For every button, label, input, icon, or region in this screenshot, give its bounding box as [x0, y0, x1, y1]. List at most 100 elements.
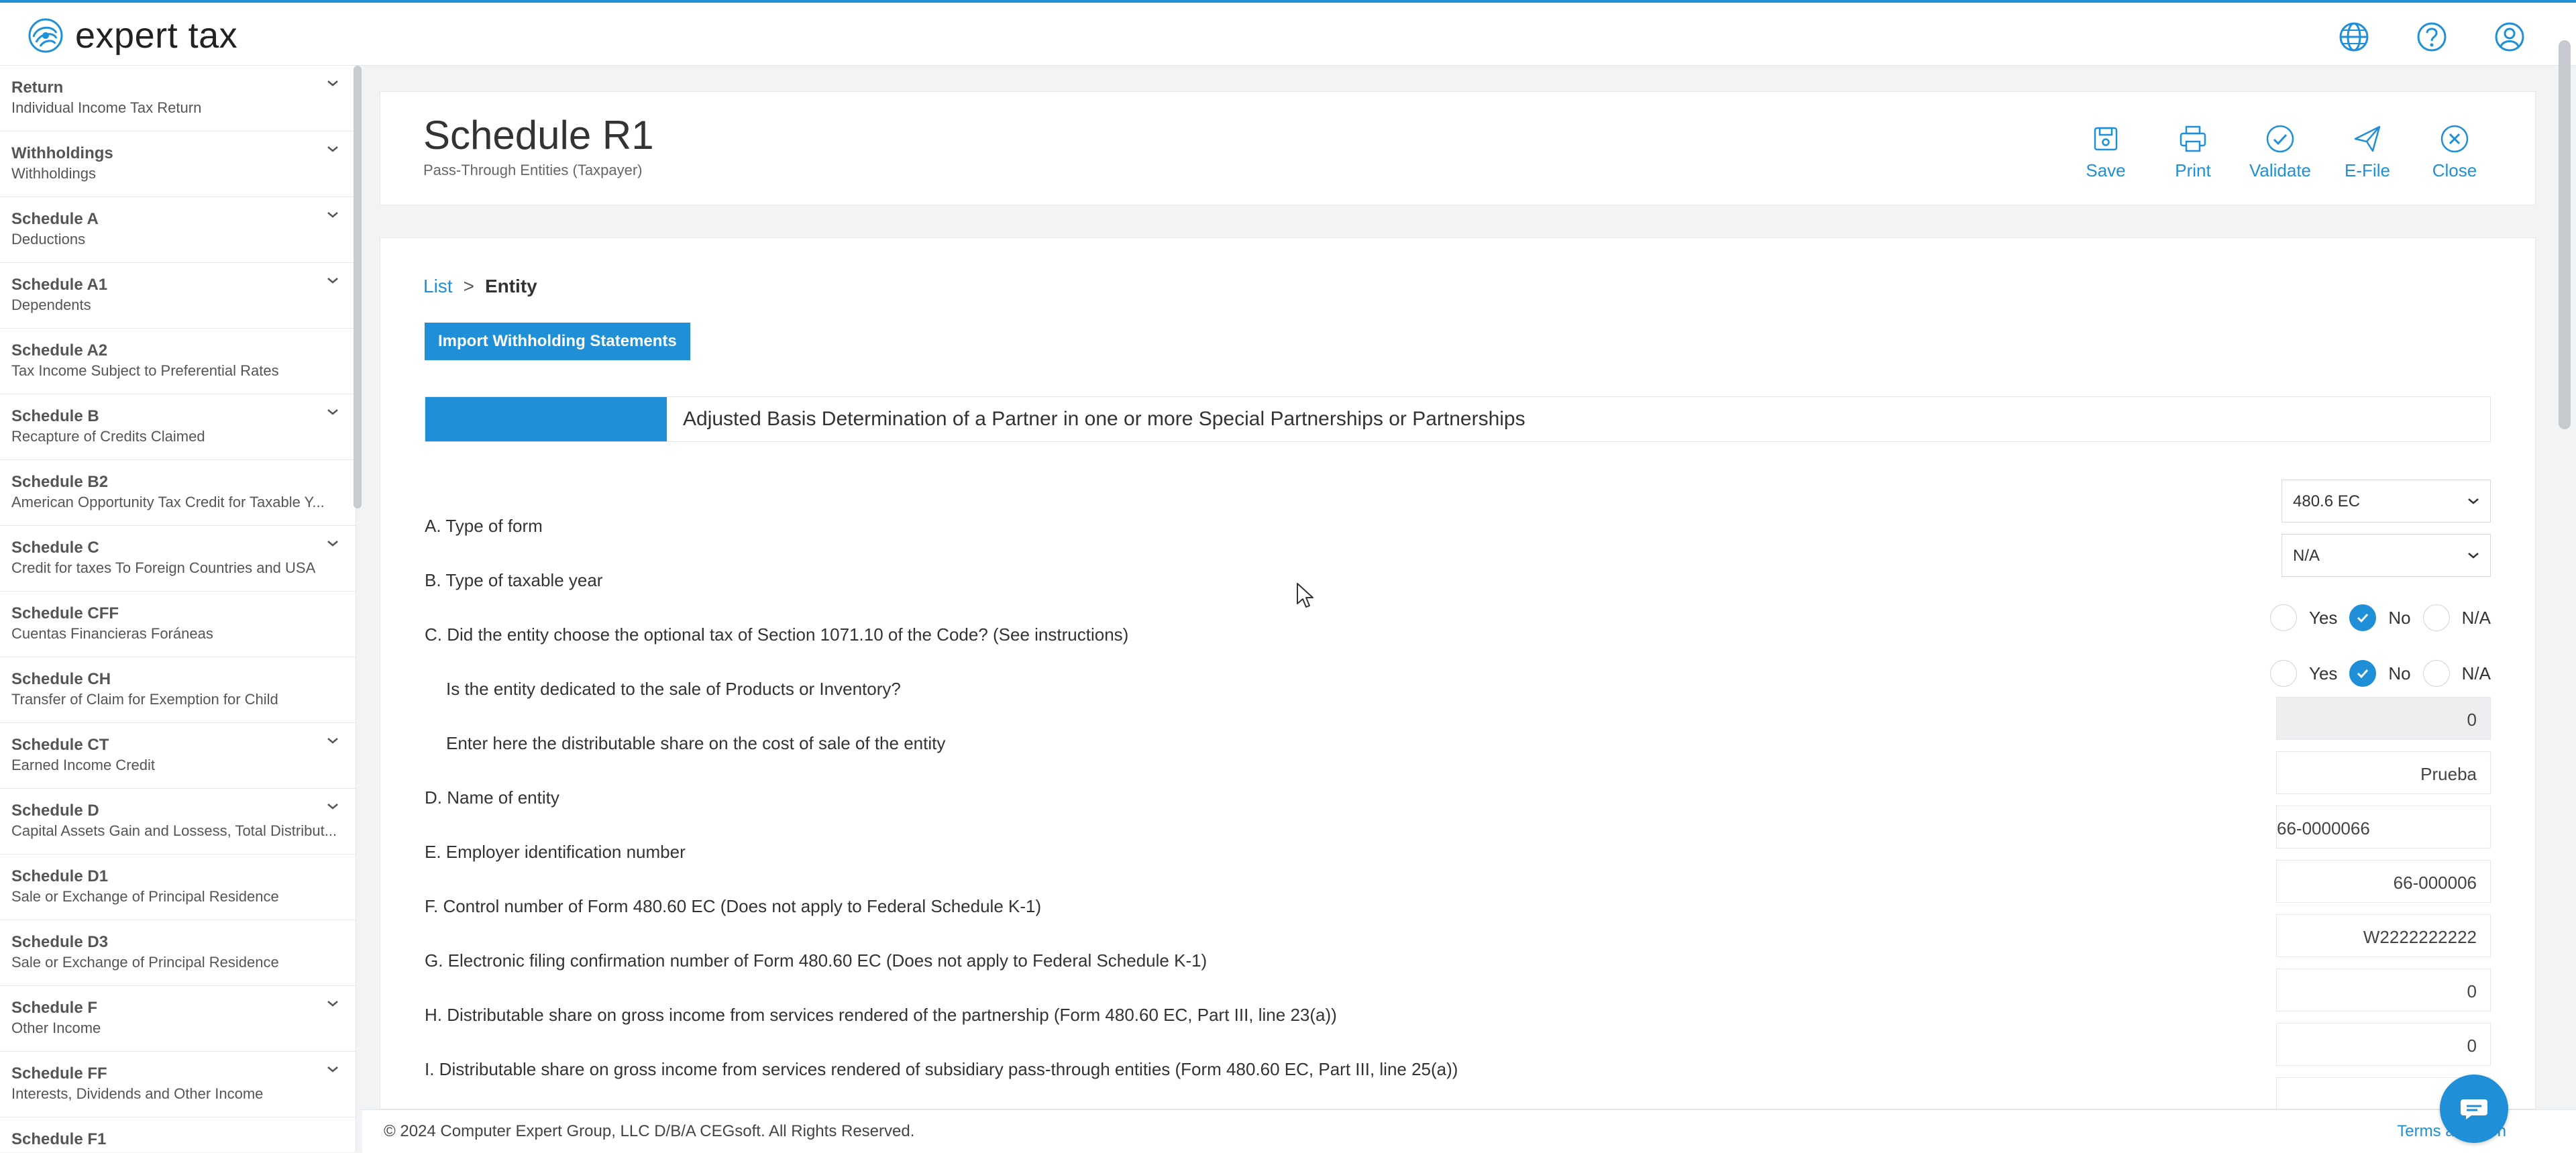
entity-name-input[interactable]: Prueba [2276, 751, 2491, 794]
form-row-control-number: F. Control number of Form 480.60 EC (Doe… [425, 860, 2491, 927]
radio-yes[interactable] [2269, 604, 2297, 631]
breadcrumb-separator: > [463, 276, 474, 296]
sidebar-item-schedule-a2[interactable]: Schedule A2 Tax Income Subject to Prefer… [0, 329, 356, 394]
validate-button[interactable]: Validate [2240, 121, 2320, 181]
field-label: G. Electronic filing confirmation number… [425, 950, 1208, 971]
sidebar-item-schedule-d[interactable]: Schedule D Capital Assets Gain and Losse… [0, 789, 356, 855]
sidebar-scrollbar[interactable] [354, 66, 362, 508]
select-value: 480.6 EC [2293, 492, 2361, 510]
efile-label: E-File [2345, 160, 2390, 180]
help-icon[interactable] [2415, 20, 2449, 54]
sidebar-item-return[interactable]: Return Individual Income Tax Return [0, 66, 356, 131]
radio-yes-label: Yes [2308, 607, 2338, 628]
save-button[interactable]: Save [2065, 121, 2146, 181]
sidebar-item-schedule-b[interactable]: Schedule B Recapture of Credits Claimed [0, 394, 356, 460]
sidebar: Return Individual Income Tax Return With… [0, 66, 356, 1152]
field-label: B. Type of taxable year [425, 570, 603, 590]
section-header: Adjusted Basis Determination of a Partne… [425, 396, 2491, 442]
sidebar-item-schedule-c[interactable]: Schedule C Credit for taxes To Foreign C… [0, 526, 356, 592]
radio-no-checked[interactable] [2349, 604, 2377, 631]
form-row-ein: E. Employer identification number 66-000… [425, 806, 2491, 873]
services-subsidiary-input[interactable]: 0 [2276, 1023, 2491, 1066]
import-withholding-button[interactable]: Import Withholding Statements [425, 323, 690, 360]
logo-text: expert tax [75, 15, 238, 56]
print-label: Print [2175, 160, 2211, 180]
chevron-down-icon[interactable] [325, 798, 341, 814]
main-scrollbar[interactable] [2559, 40, 2571, 429]
taxable-year-select[interactable]: N/A [2282, 534, 2491, 577]
print-button[interactable]: Print [2153, 121, 2233, 181]
chevron-down-icon [2468, 498, 2479, 504]
breadcrumb-list-link[interactable]: List [423, 276, 453, 296]
sidebar-item-title: Schedule C [11, 539, 99, 557]
chevron-down-icon[interactable] [325, 272, 341, 288]
sidebar-item-subtitle: Sale or Exchange of Principal Residence [11, 888, 279, 905]
chevron-down-icon[interactable] [325, 141, 341, 157]
form-row-sale-of-products: Is the entity dedicated to the sale of P… [425, 660, 2491, 710]
checkmark-icon [2357, 613, 2369, 623]
send-icon [2354, 125, 2381, 152]
services-partnership-input[interactable]: 0 [2276, 969, 2491, 1011]
sidebar-item-schedule-ff[interactable]: Schedule FF Interests, Dividends and Oth… [0, 1052, 356, 1117]
field-label: A. Type of form [425, 516, 543, 536]
confirmation-number-input[interactable]: W2222222222 [2276, 914, 2491, 957]
chat-icon [2461, 1099, 2487, 1119]
field-label: C. Did the entity choose the optional ta… [425, 624, 1129, 645]
page-header: Schedule R1 Pass-Through Entities (Taxpa… [380, 91, 2536, 205]
sidebar-item-schedule-ch[interactable]: Schedule CH Transfer of Claim for Exempt… [0, 657, 356, 723]
sidebar-item-schedule-ct[interactable]: Schedule CT Earned Income Credit [0, 723, 356, 789]
chevron-down-icon[interactable] [325, 732, 341, 749]
sidebar-item-title: Schedule D1 [11, 867, 109, 885]
chevron-down-icon[interactable] [325, 535, 341, 551]
sidebar-item-title: Withholdings [11, 144, 113, 162]
field-label: Is the entity dedicated to the sale of P… [446, 679, 901, 699]
breadcrumb: List > Entity [423, 276, 537, 297]
sidebar-item-schedule-f[interactable]: Schedule F Other Income [0, 986, 356, 1052]
sidebar-item-schedule-a1[interactable]: Schedule A1 Dependents [0, 263, 356, 329]
sidebar-item-withholdings[interactable]: Withholdings Withholdings [0, 131, 356, 197]
sidebar-item-subtitle: Withholdings [11, 165, 96, 182]
radio-na-label: N/A [2461, 607, 2491, 628]
top-bar: expert tax [0, 0, 2576, 66]
globe-icon[interactable] [2337, 20, 2371, 54]
account-icon[interactable] [2493, 20, 2526, 54]
chevron-down-icon[interactable] [325, 995, 341, 1011]
logo[interactable]: expert tax [27, 15, 237, 56]
sidebar-item-title: Schedule CFF [11, 604, 119, 622]
type-of-form-select[interactable]: 480.6 EC [2282, 480, 2491, 523]
sidebar-item-schedule-f1[interactable]: Schedule F1 [0, 1117, 356, 1152]
chevron-down-icon[interactable] [325, 1061, 341, 1077]
control-number-input[interactable]: 66-000006 [2276, 860, 2491, 903]
chat-button[interactable] [2440, 1075, 2508, 1143]
field-label: D. Name of entity [425, 787, 559, 808]
radio-no-checked[interactable] [2349, 660, 2377, 687]
sidebar-item-subtitle: Deductions [11, 231, 86, 248]
close-button[interactable]: Close [2414, 121, 2495, 181]
chevron-down-icon [2468, 553, 2479, 559]
sidebar-item-title: Schedule A1 [11, 276, 108, 294]
page-subtitle: Pass-Through Entities (Taxpayer) [423, 162, 643, 178]
radio-yes-label: Yes [2308, 663, 2338, 683]
sidebar-item-schedule-d1[interactable]: Schedule D1 Sale or Exchange of Principa… [0, 855, 356, 920]
chevron-down-icon[interactable] [325, 404, 341, 420]
save-icon [2094, 127, 2118, 151]
form-card: List > Entity Import Withholding Statement… [380, 237, 2536, 1109]
form-row-taxable-year: B. Type of taxable year N/A [425, 534, 2491, 601]
chevron-down-icon[interactable] [325, 75, 341, 91]
sidebar-item-title: Schedule F [11, 999, 98, 1017]
ein-input[interactable]: 66-0000066 [2276, 806, 2491, 848]
sidebar-item-schedule-a[interactable]: Schedule A Deductions [0, 197, 356, 263]
sidebar-item-schedule-cff[interactable]: Schedule CFF Cuentas Financieras Foránea… [0, 592, 356, 657]
sidebar-item-schedule-d3[interactable]: Schedule D3 Sale or Exchange of Principa… [0, 920, 356, 986]
cost-of-sale-input[interactable]: 0 [2276, 697, 2491, 740]
chevron-down-icon[interactable] [325, 207, 341, 223]
efile-button[interactable]: E-File [2327, 121, 2408, 181]
sale-of-products-radio-group: Yes No N/A [2269, 660, 2491, 687]
radio-na[interactable] [2422, 660, 2450, 687]
sidebar-item-title: Schedule B2 [11, 473, 109, 491]
sidebar-item-schedule-b2[interactable]: Schedule B2 American Opportunity Tax Cre… [0, 460, 356, 526]
form-row-services-subsidiary: I. Distributable share on gross income f… [425, 1023, 2491, 1090]
radio-na[interactable] [2422, 604, 2450, 631]
sidebar-item-subtitle: Other Income [11, 1020, 101, 1036]
radio-yes[interactable] [2269, 660, 2297, 687]
